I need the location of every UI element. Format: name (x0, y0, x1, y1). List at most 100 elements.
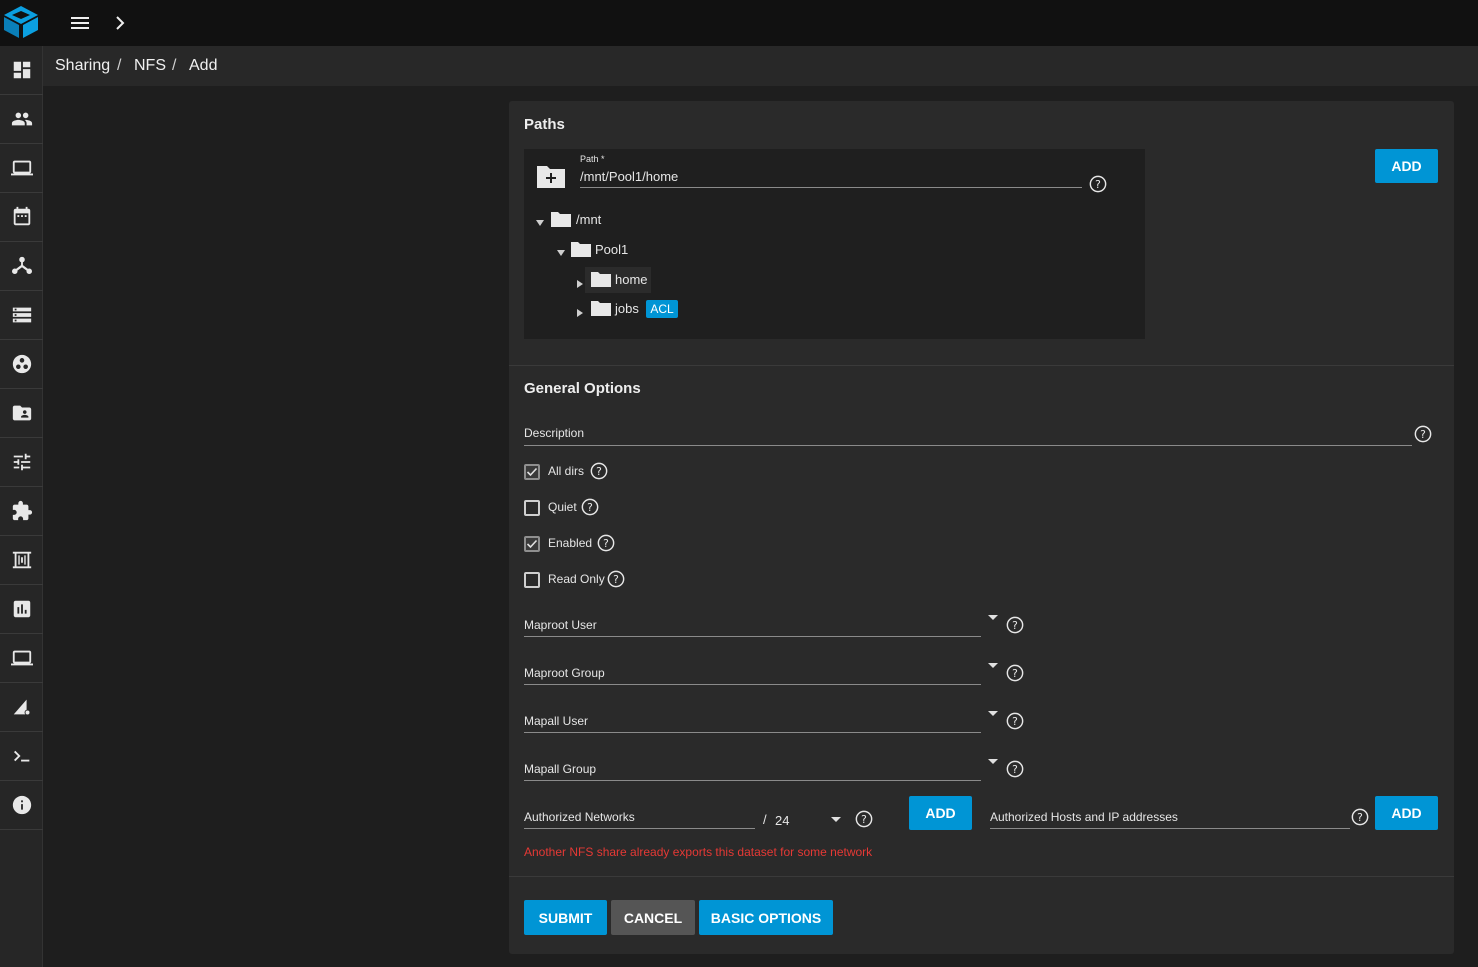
sidebar-item-reporting[interactable] (0, 585, 43, 634)
svg-text:?: ? (1012, 619, 1018, 632)
sidebar-item-directory-services[interactable] (0, 340, 43, 389)
breadcrumb-nfs[interactable]: NFS (134, 57, 166, 75)
svg-text:?: ? (1357, 811, 1363, 824)
sidebar (0, 46, 43, 967)
enabled-label: Enabled (548, 536, 593, 550)
sidebar-item-shell[interactable] (0, 732, 43, 781)
path-input[interactable]: /mnt/Pool1/home (580, 169, 678, 184)
chevron-down-icon[interactable] (988, 663, 998, 668)
tree-collapsed-icon[interactable] (576, 304, 584, 317)
maproot-group-select[interactable]: Maproot Group (524, 666, 605, 680)
help-icon[interactable]: ? (1414, 425, 1432, 443)
submit-button[interactable]: SUBMIT (524, 900, 607, 935)
jails-icon (12, 551, 31, 569)
help-icon[interactable]: ? (1006, 712, 1024, 730)
mapall-group-select[interactable]: Mapall Group (524, 762, 596, 776)
svg-text:?: ? (1012, 715, 1018, 728)
add-network-button[interactable]: ADD (909, 796, 972, 830)
breadcrumb-separator: / (117, 57, 122, 74)
display-system-processes-icon (13, 699, 30, 716)
breadcrumb-sharing[interactable]: Sharing (55, 57, 110, 75)
folder-icon (591, 300, 611, 316)
svg-text:?: ? (587, 501, 593, 514)
read-only-checkbox[interactable] (524, 572, 540, 588)
virtual-machines-icon (10, 650, 33, 666)
chevron-down-icon[interactable] (988, 711, 998, 716)
sidebar-item-sharing[interactable] (0, 389, 43, 438)
description-underline (524, 445, 1412, 446)
services-icon (13, 453, 30, 471)
help-icon[interactable]: ? (597, 534, 615, 552)
tree-node-pool1[interactable]: Pool1 (595, 242, 628, 257)
folder-icon (551, 211, 571, 227)
authorized-hosts-input[interactable]: Authorized Hosts and IP addresses (990, 810, 1178, 824)
add-path-button[interactable]: ADD (1375, 149, 1438, 183)
folder-add-icon[interactable] (536, 163, 566, 189)
sidebar-item-display-system-processes[interactable] (0, 683, 43, 732)
tree-collapsed-icon[interactable] (576, 275, 584, 288)
sidebar-item-system[interactable] (0, 144, 43, 193)
help-icon[interactable]: ? (607, 570, 625, 588)
freenas-logo-icon[interactable] (2, 4, 40, 40)
help-icon[interactable]: ? (581, 498, 599, 516)
authorized-networks-input[interactable]: Authorized Networks (524, 810, 635, 824)
enabled-checkbox[interactable] (524, 536, 540, 552)
quiet-checkbox[interactable] (524, 500, 540, 516)
svg-text:?: ? (613, 573, 619, 586)
shell-icon (13, 750, 29, 762)
accounts-icon (11, 112, 32, 126)
sidebar-item-services[interactable] (0, 438, 43, 487)
networks-underline (524, 828, 755, 829)
help-icon[interactable]: ? (855, 810, 873, 828)
mapall-user-select[interactable]: Mapall User (524, 714, 588, 728)
sidebar-item-network[interactable] (0, 242, 43, 291)
svg-text:?: ? (861, 813, 867, 826)
directory-services-icon (12, 354, 31, 374)
breadcrumb: Sharing / NFS / Add (43, 46, 1478, 86)
help-icon[interactable]: ? (1006, 616, 1024, 634)
chevron-down-icon[interactable] (988, 615, 998, 620)
help-icon[interactable]: ? (590, 462, 608, 480)
tree-expand-icon[interactable] (536, 214, 544, 226)
description-input[interactable]: Description (524, 426, 584, 440)
tree-expand-icon[interactable] (557, 244, 565, 256)
chevron-down-icon[interactable] (988, 759, 998, 764)
chevron-down-icon[interactable] (831, 817, 841, 822)
help-icon[interactable]: ? (1006, 664, 1024, 682)
section-divider (509, 365, 1454, 366)
add-host-button[interactable]: ADD (1375, 796, 1438, 830)
chevron-right-icon[interactable] (108, 11, 132, 35)
sidebar-item-virtual-machines[interactable] (0, 634, 43, 683)
network-error-message: Another NFS share already exports this d… (524, 845, 873, 859)
sidebar-item-jails[interactable] (0, 536, 43, 585)
help-icon[interactable]: ? (1006, 760, 1024, 778)
section-divider (509, 876, 1454, 877)
help-icon[interactable]: ? (1351, 808, 1369, 826)
cancel-button[interactable]: CANCEL (611, 900, 695, 935)
sidebar-item-dashboard[interactable] (0, 46, 43, 95)
sidebar-item-guide[interactable] (0, 781, 43, 830)
check-icon (526, 467, 538, 477)
sidebar-item-accounts[interactable] (0, 95, 43, 144)
select-underline (524, 636, 981, 637)
svg-text:?: ? (1420, 428, 1426, 441)
tree-node-home[interactable]: home (615, 272, 648, 287)
path-input-underline (580, 187, 1082, 188)
basic-options-button[interactable]: BASIC OPTIONS (699, 900, 833, 935)
select-underline (524, 780, 981, 781)
breadcrumb-separator: / (172, 57, 177, 74)
acl-badge: ACL (646, 300, 678, 318)
menu-toggle-icon[interactable] (68, 11, 92, 35)
all-dirs-checkbox[interactable] (524, 464, 540, 480)
breadcrumb-add: Add (189, 57, 218, 74)
netmask-select[interactable]: 24 (775, 813, 789, 828)
tree-node-jobs[interactable]: jobs (615, 301, 639, 316)
svg-text:?: ? (1095, 178, 1101, 191)
sidebar-item-plugins[interactable] (0, 487, 43, 536)
top-bar (0, 0, 1478, 46)
sidebar-item-storage[interactable] (0, 291, 43, 340)
help-icon[interactable]: ? (1089, 175, 1107, 193)
tree-node-mnt[interactable]: /mnt (576, 212, 601, 227)
sidebar-item-tasks[interactable] (0, 193, 43, 242)
maproot-user-select[interactable]: Maproot User (524, 618, 597, 632)
